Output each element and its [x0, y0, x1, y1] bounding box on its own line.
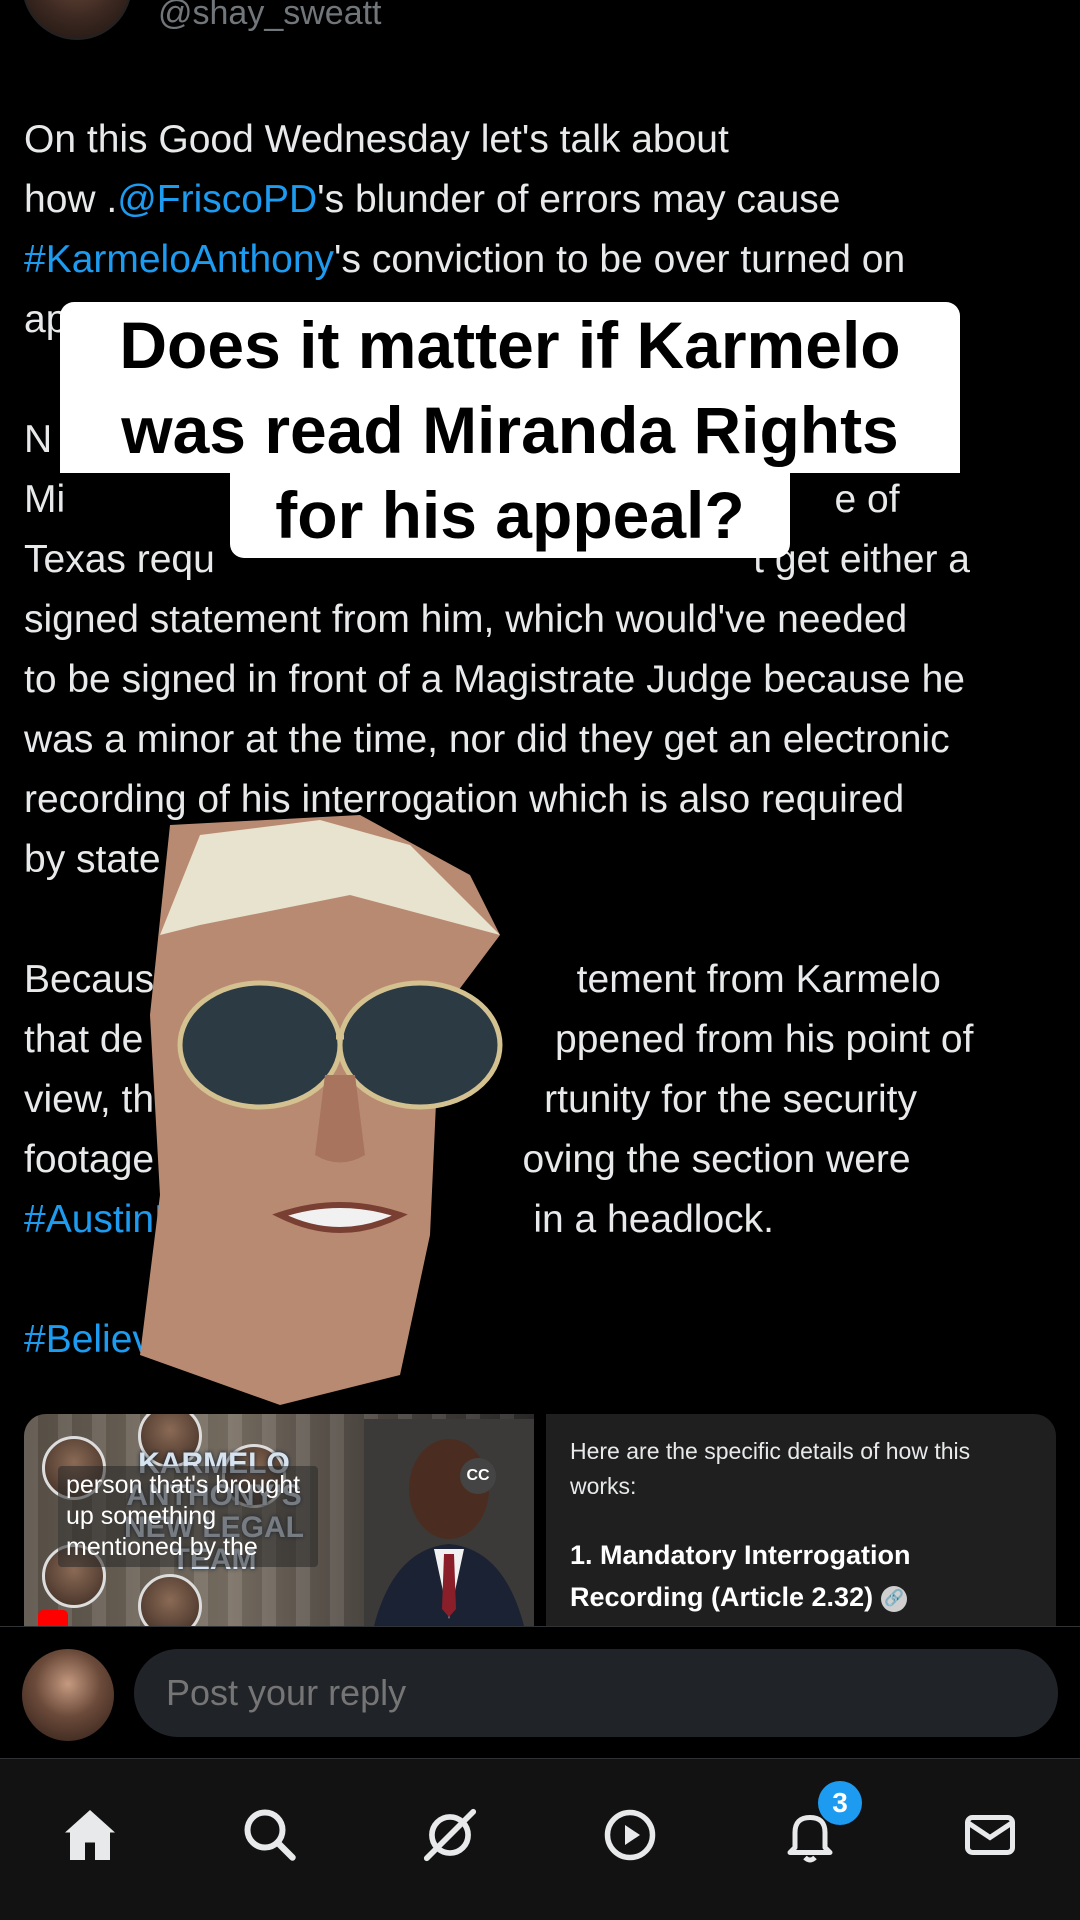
author-handle[interactable]: @shay_sweatt	[158, 0, 382, 33]
video-caption-overlay: Does it matter if Karmelo was read Miran…	[60, 302, 960, 558]
caption-line: was read Miranda Rights	[60, 387, 960, 473]
ai-answer-card[interactable]: Here are the specific details of how thi…	[546, 1414, 1056, 1626]
youtube-icon	[38, 1610, 68, 1626]
embedded-media-row: KARMELO ANTHONY'S NEW LEGAL TEAM person …	[24, 1414, 1056, 1626]
author-avatar[interactable]	[22, 0, 132, 40]
search-icon[interactable]	[230, 1795, 310, 1875]
grok-icon[interactable]	[410, 1795, 490, 1875]
reply-input[interactable]	[134, 1649, 1058, 1737]
answer-intro: Here are the specific details of how thi…	[570, 1438, 971, 1499]
tweet-header: @shay_sweatt	[0, 0, 1080, 60]
caption-line: for his appeal?	[230, 472, 790, 558]
reply-bar	[0, 1626, 1080, 1758]
video-icon[interactable]	[590, 1795, 670, 1875]
home-icon[interactable]	[50, 1795, 130, 1875]
tweet-text-segment: Becaus	[24, 958, 155, 1001]
link-icon[interactable]: 🔗	[881, 1585, 908, 1612]
sunglasses-left	[177, 980, 343, 1110]
bottom-nav: 3	[0, 1758, 1080, 1920]
closed-captions-icon[interactable]: CC	[460, 1458, 496, 1494]
answer-heading-text: 1. Mandatory Interrogation Recording (Ar…	[570, 1540, 911, 1612]
answer-heading: 1. Mandatory Interrogation Recording (Ar…	[570, 1534, 1030, 1618]
suit-man-image	[364, 1419, 534, 1626]
notification-count-badge: 3	[818, 1781, 862, 1825]
video-caption-text: person that's brought up something menti…	[58, 1466, 318, 1567]
tweet-link[interactable]: @FriscoPD	[117, 178, 317, 221]
user-avatar[interactable]	[22, 1649, 114, 1741]
messages-icon[interactable]	[950, 1795, 1030, 1875]
tweet-text-segment: N	[24, 418, 53, 461]
tweet-text-segment: 's blunder of errors may cause	[317, 178, 841, 221]
tweet-link[interactable]: #KarmeloAnthony	[24, 238, 334, 281]
sunglasses-right	[337, 980, 503, 1110]
video-thumbnail-card[interactable]: KARMELO ANTHONY'S NEW LEGAL TEAM person …	[24, 1414, 534, 1626]
caption-line: Does it matter if Karmelo	[60, 302, 960, 388]
creator-cutout-image	[140, 815, 503, 1405]
